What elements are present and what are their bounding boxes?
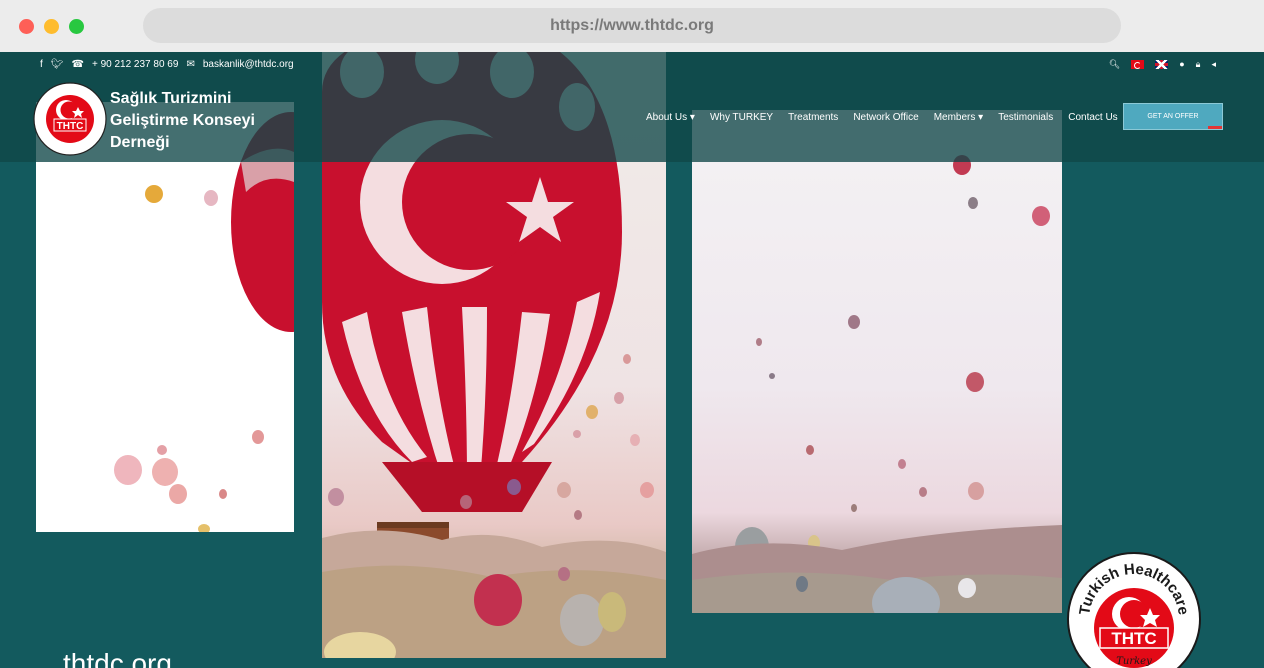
caret-left-icon[interactable]: ◂ [1211,59,1216,70]
nav-network-office[interactable]: Network Office [853,112,918,123]
phone-number[interactable]: + 90 212 237 80 69 [92,59,178,70]
minimize-window-button[interactable] [44,19,59,34]
url-text: https://www.thtdc.org [550,16,714,34]
page: f 🐦︎ ☎ + 90 212 237 80 69 ✉ baskanlik@th… [0,52,1264,668]
address-bar[interactable]: https://www.thtdc.org [143,8,1121,43]
brand-name[interactable]: Sağlık Turizmini Geliştirme Konseyi Dern… [110,88,310,154]
balloons-photo-left [114,112,294,532]
balloons-photo-right [692,155,1062,613]
lock-icon[interactable]: 🔒︎ [1196,59,1201,70]
twitter-icon[interactable]: 🐦︎ [51,59,64,70]
search-icon[interactable]: 🔍︎ [1109,59,1120,70]
facebook-icon[interactable]: f [40,59,43,70]
badge-script-text: Turkey [1116,656,1152,667]
photo-panel-left [36,102,294,532]
get-an-offer-label: GET AN OFFER [1147,113,1199,120]
contact-bar: f 🐦︎ ☎ + 90 212 237 80 69 ✉ baskanlik@th… [40,56,294,72]
nav-about-us[interactable]: About Us ▾ [646,112,695,123]
nav-members[interactable]: Members ▾ [934,112,983,123]
site-header: f 🐦︎ ☎ + 90 212 237 80 69 ✉ baskanlik@th… [0,52,1264,162]
nav-why-turkey[interactable]: Why TURKEY [710,112,773,123]
brand-line-1: Sağlık Turizmini [110,90,232,107]
email-link[interactable]: baskanlik@thtdc.org [203,59,294,70]
brand-line-2: Geliştirme Konseyi [110,112,255,129]
logo-text: THTC [57,121,84,132]
uk-flag-icon[interactable] [1155,59,1169,69]
phone-icon: ☎ [71,58,84,70]
envelope-icon: ✉ [186,58,195,70]
photo-panel-right [692,110,1062,613]
maximize-window-button[interactable] [69,19,84,34]
nav-contact-us[interactable]: Contact Us [1068,112,1117,123]
browser-chrome: https://www.thtdc.org [0,0,1264,52]
turkish-flag-icon[interactable] [1131,59,1145,69]
offer-accent-bar [1208,126,1222,129]
globe-icon[interactable]: ● [1179,59,1184,69]
nav-treatments[interactable]: Treatments [788,112,838,123]
thtc-logo[interactable]: THTC [33,81,107,157]
brand-line-3: Derneği [110,134,170,151]
badge-center-text: THTC [1111,629,1156,648]
main-nav: About Us ▾ Why TURKEY Treatments Network… [646,112,1118,123]
site-domain-caption: thtdc.org [63,648,172,668]
utility-bar: 🔍︎ ● 🔒︎ ◂ [1109,56,1216,72]
close-window-button[interactable] [19,19,34,34]
nav-testimonials[interactable]: Testimonials [998,112,1053,123]
thtc-badge-logo: Turkish Healthcare THTC Turkey [1067,552,1201,668]
get-an-offer-button[interactable]: GET AN OFFER [1123,103,1223,130]
